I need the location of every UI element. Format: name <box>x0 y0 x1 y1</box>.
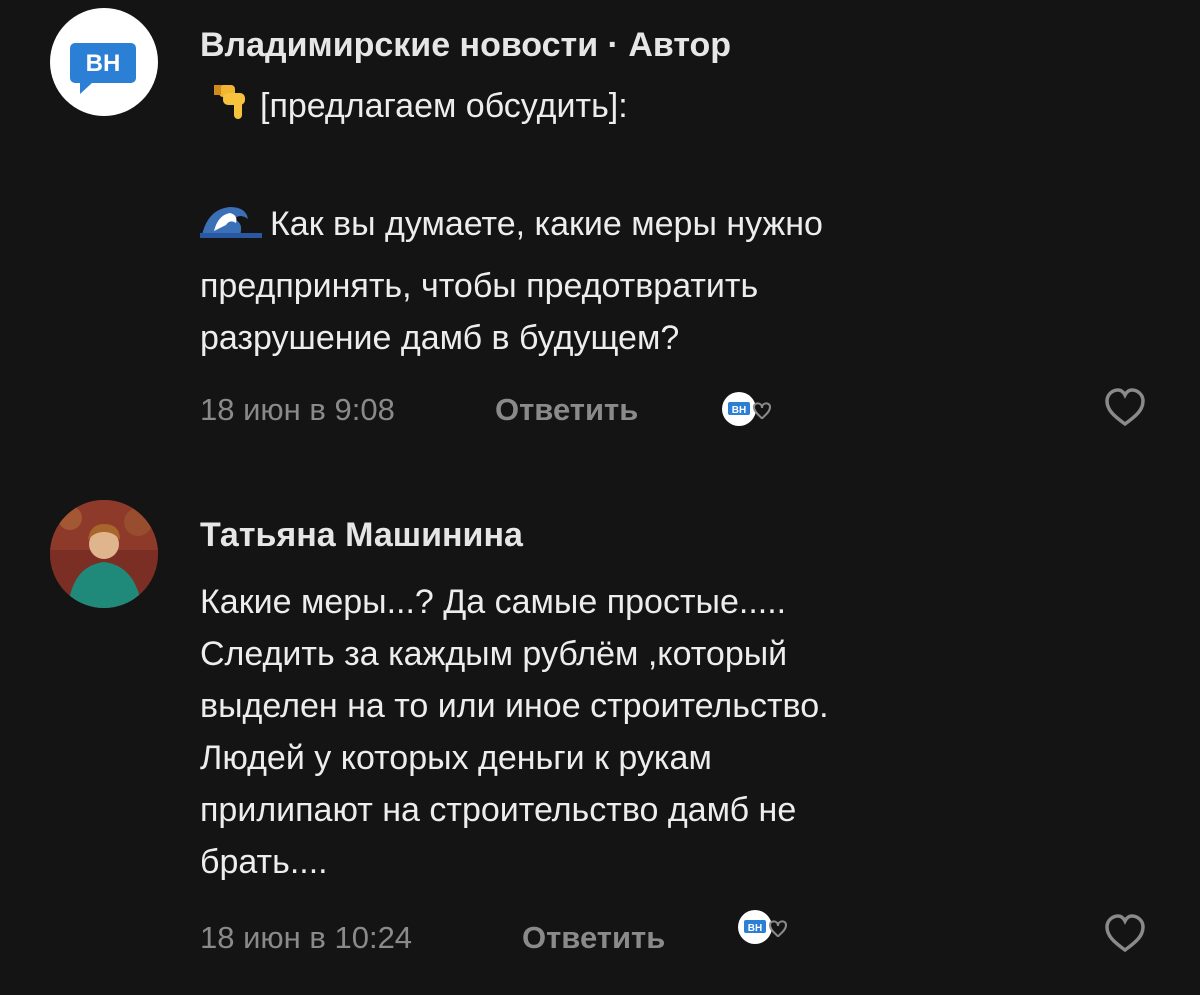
heart-icon <box>1105 914 1145 953</box>
comment-line: Людей у которых деньги к рукам <box>200 739 712 777</box>
comment-line: Как вы думаете, какие меры нужно <box>200 188 823 260</box>
svg-text:ВН: ВН <box>748 923 762 934</box>
author-liked-badge[interactable]: ВН <box>738 910 788 944</box>
comment-line: Какие меры...? Да самые простые..... <box>200 583 787 621</box>
comment-text: [предлагаем обсудить]: Как вы думаете, к… <box>200 80 823 364</box>
author-like-avatar-icon: ВН <box>722 392 772 426</box>
comment-text: Какие меры...? Да самые простые..... Сле… <box>200 576 829 888</box>
backhand-index-pointing-down-icon <box>214 81 252 136</box>
reply-button[interactable]: Ответить <box>522 920 665 956</box>
like-button[interactable] <box>1104 388 1146 428</box>
comment-author-line: Владимирские новости · Автор <box>200 26 731 65</box>
author-like-avatar-icon: ВН <box>738 910 788 944</box>
avatar-initials: ВН <box>86 50 121 77</box>
comment-line: предпринять, чтобы предотвратить <box>200 267 759 305</box>
comment-author-line: Татьяна Машинина <box>200 516 523 555</box>
reply-button[interactable]: Ответить <box>495 392 638 428</box>
like-button[interactable] <box>1104 914 1146 954</box>
comment-item: ВН Владимирские новости · Автор [предлаг… <box>0 0 1200 470</box>
comment-line <box>200 136 823 188</box>
author-liked-badge[interactable]: ВН <box>722 392 772 426</box>
heart-icon <box>1105 388 1145 427</box>
comment-line: Следить за каждым рублём ,который <box>200 635 788 673</box>
author-name[interactable]: Владимирские новости <box>200 26 598 64</box>
brand-logo-icon: ВН <box>70 43 136 94</box>
comment-line: брать.... <box>200 843 328 881</box>
avatar[interactable] <box>50 500 158 608</box>
comment-timestamp: 18 июн в 9:08 <box>200 392 395 427</box>
comment-timestamp: 18 июн в 10:24 <box>200 920 413 955</box>
svg-text:ВН: ВН <box>732 405 746 416</box>
comment-line: [предлагаем обсудить]: <box>214 80 823 136</box>
author-badge: · Автор <box>607 26 732 64</box>
comment-line: прилипают на строительство дамб не <box>200 791 797 829</box>
comment-item: Татьяна Машинина Какие меры...? Да самые… <box>0 480 1200 995</box>
user-photo-icon <box>50 500 158 608</box>
comment-line: разрушение дамб в будущем? <box>200 319 680 357</box>
comment-line: выделен на то или иное строительство. <box>200 687 829 725</box>
avatar[interactable]: ВН <box>50 8 158 116</box>
water-wave-icon <box>200 192 262 264</box>
author-name[interactable]: Татьяна Машинина <box>200 516 523 554</box>
